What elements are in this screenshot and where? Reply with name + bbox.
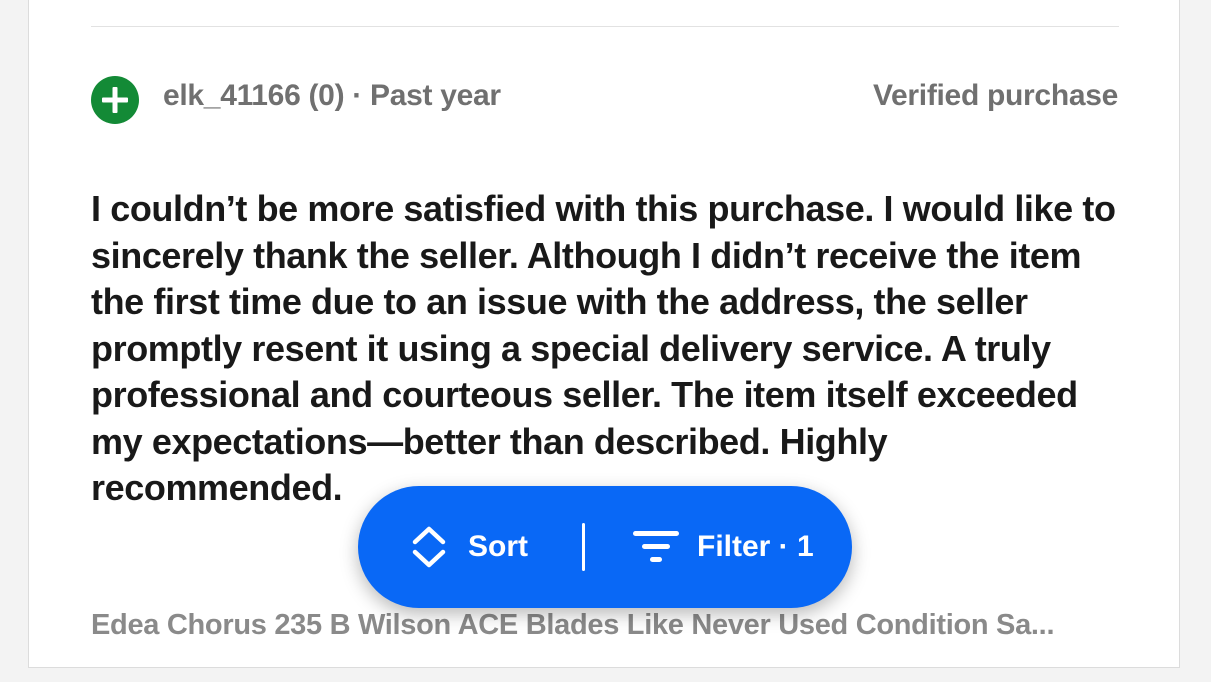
page-background <box>0 668 1211 682</box>
review-text: I couldn’t be more satisfied with this p… <box>91 188 1116 508</box>
sort-filter-bar: Sort Filter · 1 <box>358 486 852 608</box>
verified-purchase-badge: Verified purchase <box>872 79 1118 112</box>
divider <box>91 26 1119 27</box>
plus-icon <box>102 87 128 113</box>
filter-button[interactable]: Filter · 1 <box>585 486 814 608</box>
product-link[interactable]: Edea Chorus 235 B Wilson ACE Blades Like… <box>91 606 1121 644</box>
sort-button[interactable]: Sort <box>358 486 582 608</box>
sort-chevrons-icon <box>412 526 446 568</box>
sort-label: Sort <box>468 530 528 563</box>
avatar <box>91 76 139 124</box>
filter-funnel-icon <box>633 531 679 562</box>
filter-label: Filter · 1 <box>697 530 814 563</box>
reviewer-meta: elk_41166 (0) · Past year <box>163 79 501 112</box>
